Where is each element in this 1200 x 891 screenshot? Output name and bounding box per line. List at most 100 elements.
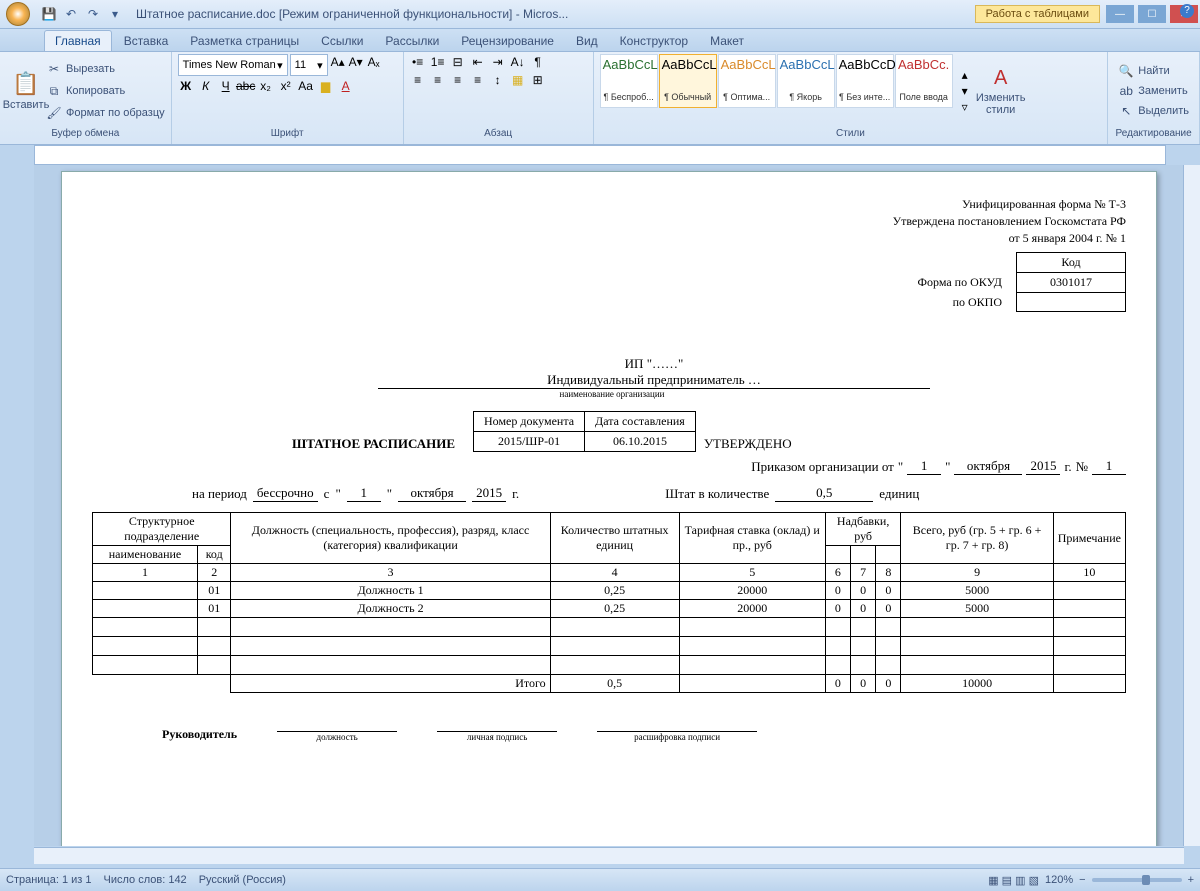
table-row[interactable]: 01Должность 20,25200000005000 bbox=[93, 600, 1126, 618]
change-styles-button[interactable]: A Изменить стили bbox=[973, 54, 1029, 128]
zoom-value[interactable]: 120% bbox=[1045, 874, 1073, 886]
ip-text: ИП "……" bbox=[378, 356, 930, 372]
org-name: Индивидуальный предприниматель … bbox=[378, 372, 930, 388]
redo-icon[interactable]: ↷ bbox=[84, 5, 102, 23]
tab-table-layout[interactable]: Макет bbox=[700, 31, 754, 51]
style-item[interactable]: AaBbCc.Поле ввода bbox=[895, 54, 953, 108]
help-icon[interactable]: ? bbox=[1180, 4, 1194, 18]
font-color-button[interactable]: A bbox=[338, 78, 354, 94]
main-table[interactable]: Структурное подразделение Должность (спе… bbox=[92, 512, 1126, 693]
zoom-out-button[interactable]: − bbox=[1079, 874, 1085, 886]
align-right-button[interactable]: ≡ bbox=[450, 72, 466, 88]
zoom-in-button[interactable]: + bbox=[1188, 874, 1194, 886]
replace-button[interactable]: abЗаменить bbox=[1114, 81, 1193, 101]
subscript-button[interactable]: x₂ bbox=[258, 78, 274, 94]
style-item[interactable]: AaBbCcDc¶ Без инте... bbox=[836, 54, 894, 108]
align-center-button[interactable]: ≡ bbox=[430, 72, 446, 88]
font-name-select[interactable]: Times New Roman▾ bbox=[178, 54, 288, 76]
tab-review[interactable]: Рецензирование bbox=[451, 31, 564, 51]
underline-button[interactable]: Ч bbox=[218, 78, 234, 94]
tab-view[interactable]: Вид bbox=[566, 31, 608, 51]
clipboard-group-label: Буфер обмена bbox=[6, 128, 165, 142]
scissors-icon: ✂ bbox=[46, 61, 62, 77]
justify-button[interactable]: ≡ bbox=[470, 72, 486, 88]
document-viewport[interactable]: Унифицированная форма № Т-3 Утверждена п… bbox=[34, 165, 1184, 846]
styles-up-icon[interactable]: ▴ bbox=[957, 67, 973, 83]
form-line2: Утверждена постановлением Госкомстата РФ bbox=[92, 213, 1126, 230]
form-line1: Унифицированная форма № Т-3 bbox=[92, 196, 1126, 213]
strike-button[interactable]: abc bbox=[238, 78, 254, 94]
bullets-button[interactable]: •≡ bbox=[410, 54, 426, 70]
zoom-slider[interactable] bbox=[1092, 878, 1182, 882]
bold-button[interactable]: Ж bbox=[178, 78, 194, 94]
tab-insert[interactable]: Вставка bbox=[114, 31, 179, 51]
view-buttons[interactable]: ▦ ▤ ▥ ▧ bbox=[988, 874, 1039, 887]
font-group-label: Шрифт bbox=[178, 128, 397, 142]
table-row[interactable]: 01Должность 10,25200000005000 bbox=[93, 582, 1126, 600]
okud-label: Форма по ОКУД bbox=[904, 273, 1017, 293]
style-item[interactable]: AaBbCcL¶ Обычный bbox=[659, 54, 717, 108]
format-painter-button[interactable]: 🖌Формат по образцу bbox=[46, 103, 165, 123]
status-page[interactable]: Страница: 1 из 1 bbox=[6, 874, 92, 886]
tab-layout[interactable]: Разметка страницы bbox=[180, 31, 309, 51]
office-button[interactable] bbox=[0, 0, 36, 28]
superscript-button[interactable]: x² bbox=[278, 78, 294, 94]
order-text: Приказом организации от bbox=[751, 459, 894, 475]
sort-button[interactable]: A↓ bbox=[510, 54, 526, 70]
multilevel-button[interactable]: ⊟ bbox=[450, 54, 466, 70]
qat-more-icon[interactable]: ▾ bbox=[106, 5, 124, 23]
okpo-label: по ОКПО bbox=[904, 293, 1017, 312]
dedent-button[interactable]: ⇤ bbox=[470, 54, 486, 70]
maximize-button[interactable]: ☐ bbox=[1138, 5, 1166, 23]
style-item[interactable]: AaBbCcL¶ Оптима... bbox=[718, 54, 776, 108]
borders-button[interactable]: ⊞ bbox=[530, 72, 546, 88]
italic-button[interactable]: К bbox=[198, 78, 214, 94]
show-marks-button[interactable]: ¶ bbox=[530, 54, 546, 70]
tab-references[interactable]: Ссылки bbox=[311, 31, 373, 51]
find-button[interactable]: 🔍Найти bbox=[1114, 61, 1193, 81]
okpo-value[interactable] bbox=[1017, 293, 1126, 312]
vertical-scrollbar[interactable] bbox=[1183, 165, 1200, 846]
style-item[interactable]: AaBbCcL¶ Беспроб... bbox=[600, 54, 658, 108]
doc-title: ШТАТНОЕ РАСПИСАНИЕ bbox=[292, 436, 455, 452]
paste-button[interactable]: 📋 Вставить bbox=[6, 54, 46, 128]
numbering-button[interactable]: 1≡ bbox=[430, 54, 446, 70]
line-spacing-button[interactable]: ↕ bbox=[490, 72, 506, 88]
minimize-button[interactable]: — bbox=[1106, 5, 1134, 23]
tab-home[interactable]: Главная bbox=[44, 30, 112, 51]
copy-button[interactable]: ⧉Копировать bbox=[46, 81, 165, 101]
window-title: Штатное расписание.doc [Режим ограниченн… bbox=[136, 7, 975, 21]
horizontal-ruler[interactable] bbox=[34, 145, 1166, 165]
font-size-select[interactable]: 11▾ bbox=[290, 54, 328, 76]
indent-button[interactable]: ⇥ bbox=[490, 54, 506, 70]
highlight-button[interactable]: ▆ bbox=[318, 78, 334, 94]
horizontal-scrollbar[interactable] bbox=[34, 847, 1184, 864]
styles-group-label: Стили bbox=[600, 128, 1102, 142]
shrink-font-icon[interactable]: A▾ bbox=[348, 54, 364, 70]
styles-down-icon[interactable]: ▾ bbox=[957, 83, 973, 99]
clear-format-icon[interactable]: Aₓ bbox=[366, 54, 382, 70]
document-page[interactable]: Унифицированная форма № Т-3 Утверждена п… bbox=[61, 171, 1157, 846]
search-icon: 🔍 bbox=[1118, 63, 1134, 79]
style-item[interactable]: AaBbCcL¶ Якорь bbox=[777, 54, 835, 108]
cut-button[interactable]: ✂Вырезать bbox=[46, 59, 165, 79]
code-table: Код Форма по ОКУД0301017 по ОКПО bbox=[904, 252, 1126, 312]
ribbon: 📋 Вставить ✂Вырезать ⧉Копировать 🖌Формат… bbox=[0, 51, 1200, 145]
save-icon[interactable]: 💾 bbox=[40, 5, 58, 23]
align-left-button[interactable]: ≡ bbox=[410, 72, 426, 88]
tab-mailings[interactable]: Рассылки bbox=[375, 31, 449, 51]
ribbon-tabs: Главная Вставка Разметка страницы Ссылки… bbox=[0, 29, 1200, 51]
paragraph-group-label: Абзац bbox=[410, 128, 587, 142]
status-words[interactable]: Число слов: 142 bbox=[104, 874, 187, 886]
undo-icon[interactable]: ↶ bbox=[62, 5, 80, 23]
grow-font-icon[interactable]: A▴ bbox=[330, 54, 346, 70]
tab-design[interactable]: Конструктор bbox=[610, 31, 698, 51]
approved-text: УТВЕРЖДЕНО bbox=[704, 436, 792, 452]
styles-more-icon[interactable]: ▿ bbox=[957, 99, 973, 115]
change-case-button[interactable]: Aa bbox=[298, 78, 314, 94]
brush-icon: 🖌 bbox=[46, 105, 62, 121]
status-lang[interactable]: Русский (Россия) bbox=[199, 874, 286, 886]
select-button[interactable]: ↖Выделить bbox=[1114, 101, 1193, 121]
shading-button[interactable]: ▦ bbox=[510, 72, 526, 88]
okud-value: 0301017 bbox=[1017, 273, 1126, 293]
